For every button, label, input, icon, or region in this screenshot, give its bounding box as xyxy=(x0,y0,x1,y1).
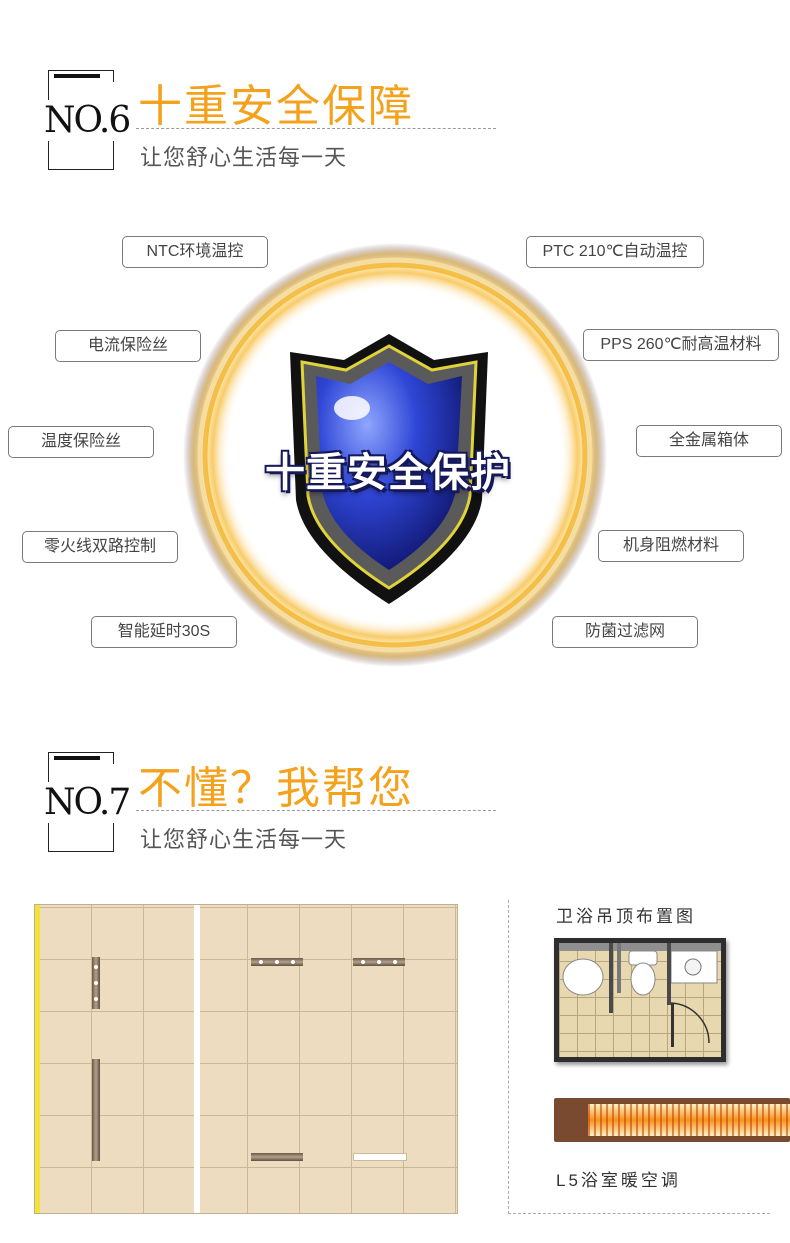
feature-filter-net: 防菌过滤网 xyxy=(552,616,698,648)
section-subtitle: 让您舒心生活每一天 xyxy=(140,827,348,852)
section-6-header: NO.6 十重安全保障 让您舒心生活每一天 xyxy=(0,68,790,198)
title-divider xyxy=(136,128,496,129)
feature-temperature-fuse: 温度保险丝 xyxy=(8,426,154,458)
feature-ptc-control: PTC 210℃自动温控 xyxy=(526,236,704,268)
section-number: NO.7 xyxy=(42,782,136,823)
feature-pps-material: PPS 260℃耐高温材料 xyxy=(583,329,779,361)
product-image-l5 xyxy=(554,1098,790,1142)
ceiling-light xyxy=(251,958,303,966)
title-divider xyxy=(136,810,496,811)
ventilation-unit xyxy=(353,1153,407,1161)
product-info-panel: 卫浴吊顶布置图 L5浴室暖空调 xyxy=(508,900,790,1214)
bathroom-floorplan xyxy=(554,938,726,1062)
section-title: 不懂？我帮您 xyxy=(138,764,414,813)
wall-edge xyxy=(35,905,40,1213)
feature-metal-case: 全金属箱体 xyxy=(636,425,782,457)
feature-smart-delay: 智能延时30S xyxy=(91,616,237,648)
ceiling-layout-diagram xyxy=(34,904,458,1214)
layout-label: 卫浴吊顶布置图 xyxy=(556,907,696,926)
product-label: L5浴室暖空调 xyxy=(556,1171,681,1190)
section-7-header: NO.7 不懂？我帮您 让您舒心生活每一天 xyxy=(0,750,790,880)
section-subtitle: 让您舒心生活每一天 xyxy=(140,145,348,170)
section-number: NO.6 xyxy=(42,100,136,141)
section-number-frame: NO.6 xyxy=(42,70,136,170)
heater-unit xyxy=(92,1059,100,1161)
feature-ntc-control: NTC环境温控 xyxy=(122,236,268,268)
feature-dual-line-control: 零火线双路控制 xyxy=(22,531,178,563)
section-number-frame: NO.7 xyxy=(42,752,136,852)
ceiling-light xyxy=(353,958,405,966)
shield-title: 十重安全保护 xyxy=(265,450,511,496)
partition-line xyxy=(194,905,200,1213)
feature-current-fuse: 电流保险丝 xyxy=(55,330,201,362)
section-title: 十重安全保障 xyxy=(138,82,414,131)
ceiling-light xyxy=(92,957,100,1009)
feature-flame-retardant: 机身阻燃材料 xyxy=(598,530,744,562)
heater-unit xyxy=(251,1153,303,1161)
